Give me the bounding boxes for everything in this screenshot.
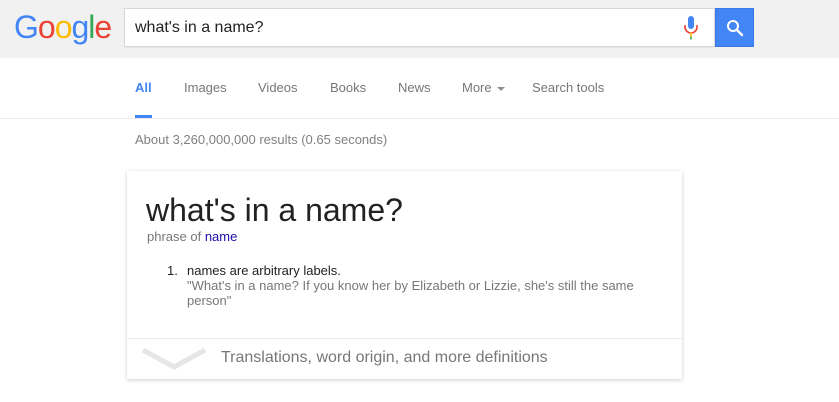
search-tabs: All Images Videos Books News More Search… <box>0 58 839 119</box>
result-stats: About 3,260,000,000 results (0.65 second… <box>135 132 388 147</box>
definition-example: "What's in a name? If you know her by El… <box>187 278 634 308</box>
search-box <box>124 8 715 47</box>
dictionary-term: what's in a name? <box>146 192 403 228</box>
top-bar: Google <box>0 0 839 58</box>
tab-all[interactable]: All <box>135 58 152 118</box>
tab-books[interactable]: Books <box>330 58 366 118</box>
definition-number: 1. <box>167 263 178 278</box>
tab-more[interactable]: More <box>462 58 505 118</box>
logo-letter: o <box>37 9 56 45</box>
logo-letter: o <box>54 9 73 45</box>
phrase-link[interactable]: name <box>205 229 238 244</box>
logo-letter: G <box>14 9 39 45</box>
phrase-prefix: phrase of <box>147 229 202 244</box>
microphone-icon[interactable] <box>683 16 699 40</box>
phrase-line: phrase of name <box>147 229 237 244</box>
more-definitions-label: Translations, word origin, and more defi… <box>221 349 548 366</box>
dropdown-arrow-icon <box>496 86 505 91</box>
tab-more-label: More <box>462 80 492 95</box>
definition-text: names are arbitrary labels. <box>187 263 341 278</box>
tab-images[interactable]: Images <box>184 58 227 118</box>
google-logo[interactable]: Google <box>14 9 112 45</box>
logo-letter: g <box>71 9 89 45</box>
more-definitions-button[interactable]: Translations, word origin, and more defi… <box>127 338 682 379</box>
dictionary-card: what's in a name? phrase of name 1. name… <box>127 171 682 379</box>
tab-search-tools[interactable]: Search tools <box>532 58 604 118</box>
tab-videos[interactable]: Videos <box>258 58 298 118</box>
search-icon <box>727 20 744 37</box>
logo-letter: e <box>94 9 112 45</box>
search-button[interactable] <box>715 8 754 47</box>
search-input[interactable] <box>135 9 665 46</box>
tab-news[interactable]: News <box>398 58 431 118</box>
chevron-down-icon <box>141 347 207 370</box>
